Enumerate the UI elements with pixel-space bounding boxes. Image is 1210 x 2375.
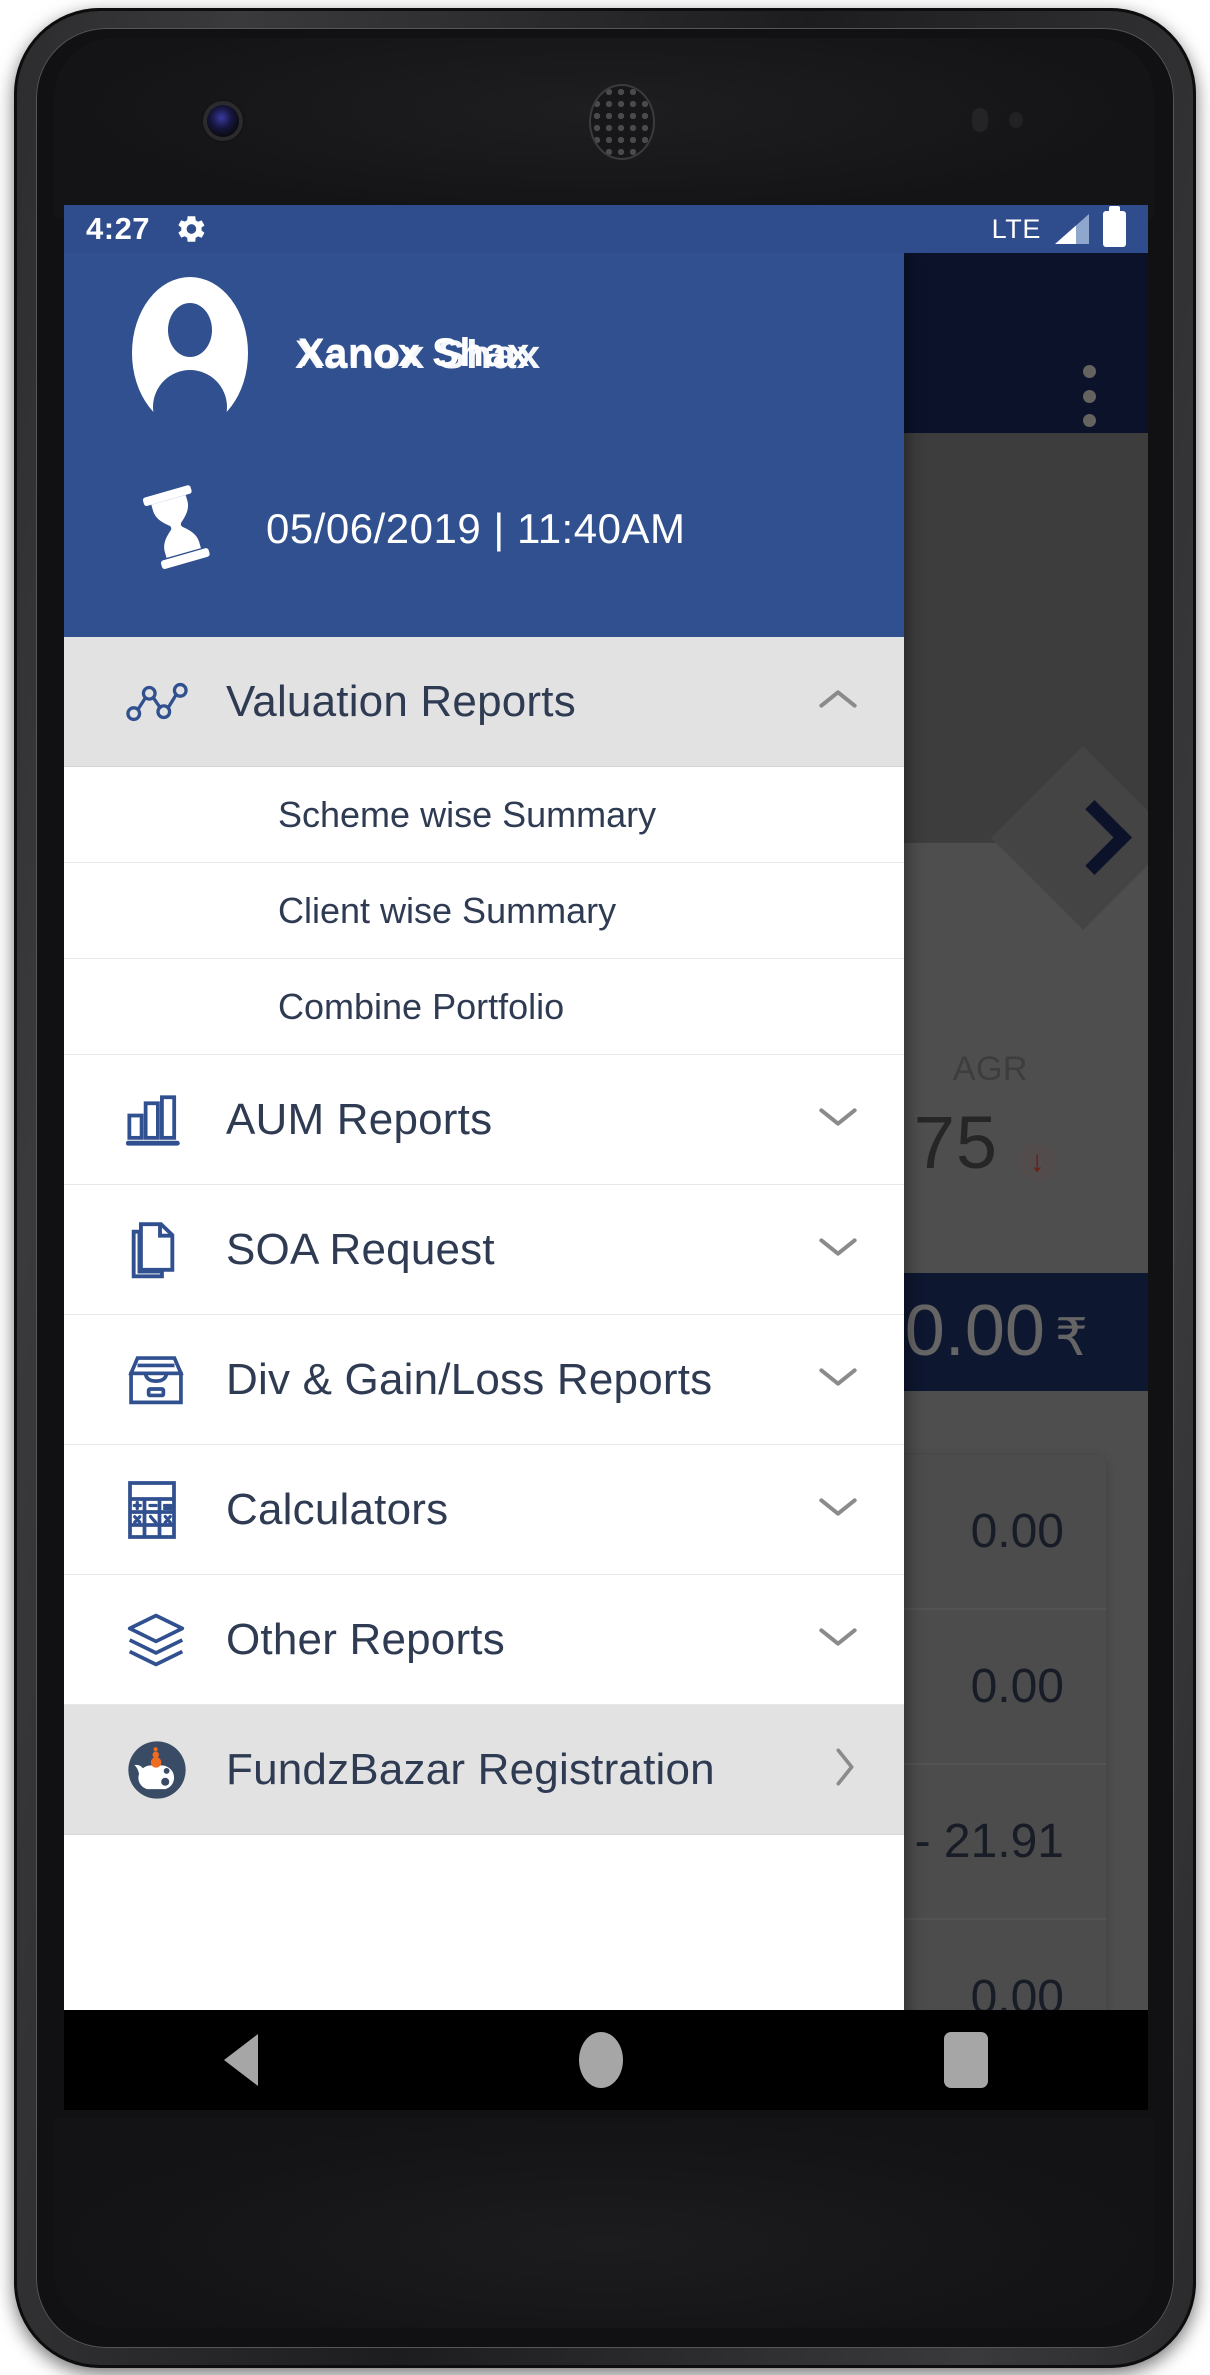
status-bar-right: LTE (991, 206, 1126, 247)
chevron-down-icon[interactable] (818, 1624, 858, 1655)
sidebar-item-div-gain-loss-reports[interactable]: Div & Gain/Loss Reports (64, 1315, 904, 1445)
chevron-down-icon[interactable] (818, 1364, 858, 1395)
profile-name: Xanox Shax Xanox Shax Xanox Shax (295, 331, 540, 377)
network-label: LTE (991, 213, 1041, 244)
file-tray-icon (126, 1353, 198, 1407)
proximity-sensor-icon (972, 108, 988, 132)
sidebar-item-label: FundzBazar Registration (226, 1744, 715, 1794)
sidebar-subitem-scheme-wise-summary[interactable]: Scheme wise Summary (64, 767, 904, 863)
back-triangle-icon[interactable] (224, 2034, 259, 2086)
gear-icon (174, 212, 208, 246)
chevron-down-icon[interactable] (818, 1234, 858, 1265)
sidebar-item-label: AUM Reports (226, 1094, 493, 1144)
fundzbazar-logo-icon (126, 1739, 198, 1801)
status-bar: 4:27 LTE (64, 205, 1148, 253)
recents-square-icon[interactable] (943, 2032, 988, 2088)
drawer-header: Xanox Shax Xanox Shax Xanox Shax 05/06/2… (64, 253, 904, 637)
sidebar-item-valuation-reports[interactable]: Valuation Reports (64, 637, 904, 767)
sidebar-item-other-reports[interactable]: Other Reports (64, 1575, 904, 1705)
layers-icon (126, 1612, 198, 1668)
sidebar-subitem-combine-portfolio[interactable]: Combine Portfolio (64, 959, 904, 1055)
navigation-drawer: Xanox Shax Xanox Shax Xanox Shax 05/06/2… (64, 253, 904, 2110)
sidebar-item-calculators[interactable]: Calculators (64, 1445, 904, 1575)
sidebar-item-label: Calculators (226, 1484, 449, 1534)
phone-screen: AGR 75 ↓ 0.00 ₹ 0.00 0.00 - 21.91 0.00 4:… (64, 205, 1148, 2110)
android-navigation-bar (64, 2010, 1148, 2110)
user-avatar-icon (132, 277, 248, 429)
sidebar-item-label: Other Reports (226, 1614, 505, 1664)
sidebar-subitem-client-wise-summary[interactable]: Client wise Summary (64, 863, 904, 959)
profile-row[interactable]: Xanox Shax Xanox Shax Xanox Shax (64, 253, 904, 453)
drawer-date-row: 05/06/2019 | 11:40AM (64, 459, 904, 599)
earpiece-speaker-icon (591, 86, 653, 158)
sidebar-item-label: Valuation Reports (226, 676, 576, 726)
sidebar-item-soa-request[interactable]: SOA Request (64, 1185, 904, 1315)
signal-bars-icon (1055, 214, 1089, 244)
hourglass-icon (134, 480, 220, 578)
chevron-down-icon[interactable] (818, 1494, 858, 1525)
sidebar-item-label: Div & Gain/Loss Reports (226, 1354, 713, 1404)
documents-icon (126, 1221, 198, 1279)
bar-chart-icon (126, 1093, 198, 1147)
sidebar-item-label: SOA Request (226, 1224, 495, 1274)
sidebar-item-aum-reports[interactable]: AUM Reports (64, 1055, 904, 1185)
chevron-up-icon[interactable] (818, 686, 858, 717)
chevron-down-icon[interactable] (818, 1104, 858, 1135)
profile-name-overlay: Xanox Shax (295, 332, 541, 377)
phone-bottom-bezel (54, 2118, 1154, 2328)
sidebar-subitem-label: Scheme wise Summary (278, 793, 657, 835)
drawer-date-text: 05/06/2019 | 11:40AM (266, 505, 686, 552)
battery-full-icon (1103, 206, 1126, 247)
sidebar-subitem-label: Client wise Summary (278, 889, 617, 931)
status-time: 4:27 (86, 211, 151, 246)
home-circle-icon[interactable] (578, 2032, 623, 2088)
sidebar-item-fundzbazar-registration[interactable]: FundzBazar Registration (64, 1705, 904, 1835)
sidebar-subitem-label: Combine Portfolio (278, 985, 565, 1027)
line-chart-nodes-icon (126, 679, 198, 725)
light-sensor-icon (1009, 112, 1023, 128)
calculator-icon (126, 1480, 198, 1540)
chevron-right-icon[interactable] (832, 1747, 858, 1792)
front-camera-icon (207, 105, 239, 137)
